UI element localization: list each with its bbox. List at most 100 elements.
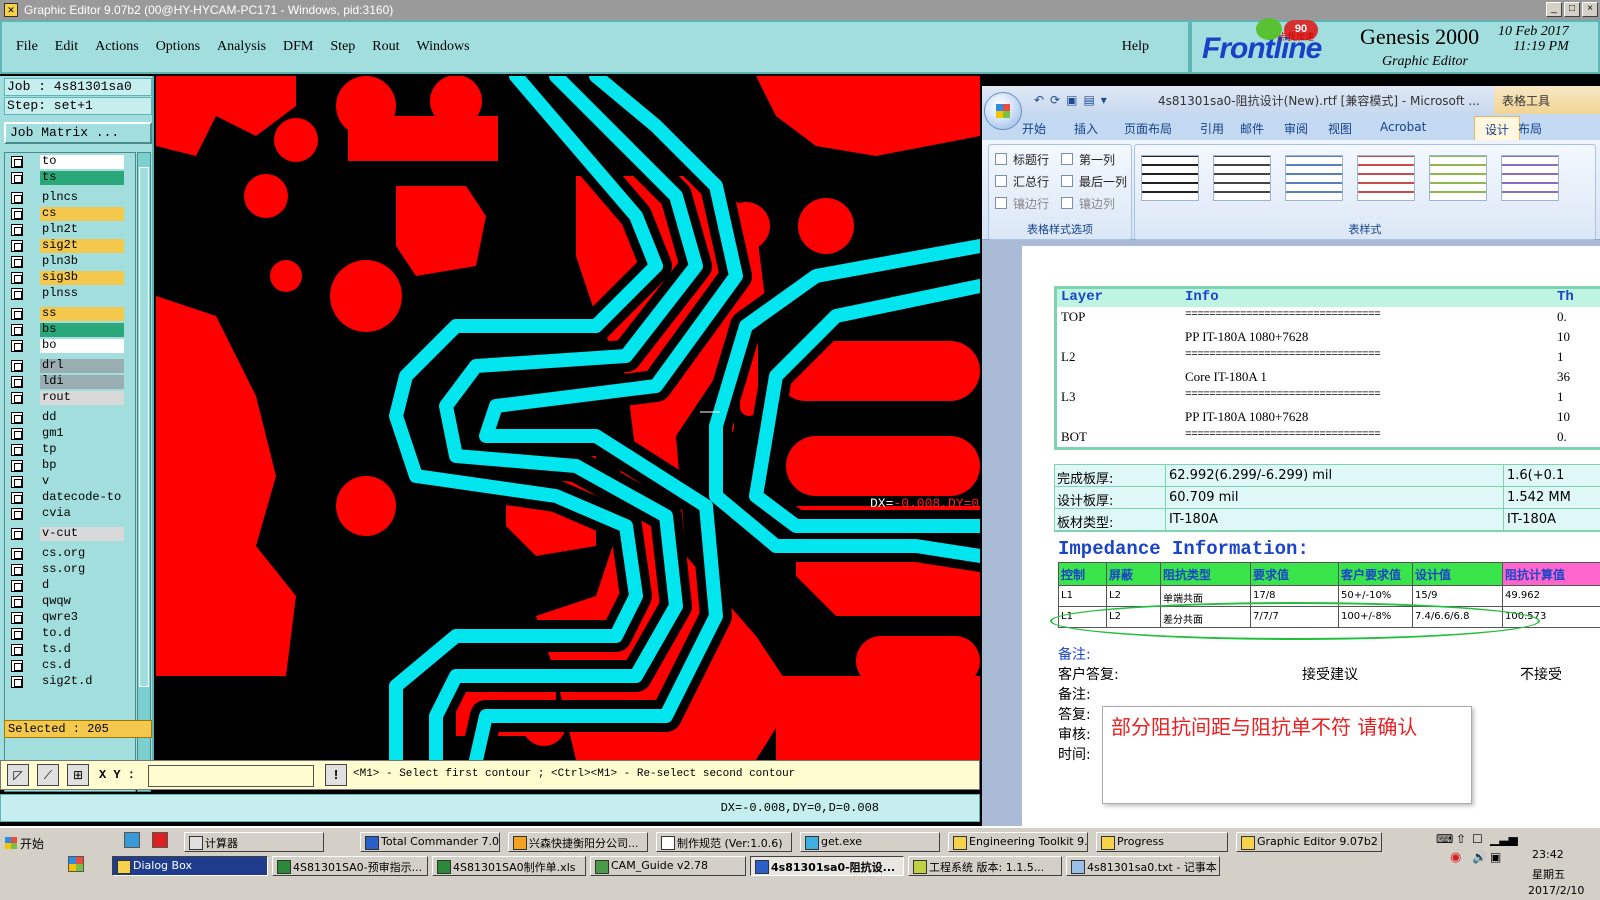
layer-row[interactable]: v <box>7 475 137 489</box>
layer-row[interactable]: sig2t.d <box>7 675 137 689</box>
option-total-row[interactable]: 汇总行 <box>995 173 1049 190</box>
layer-name[interactable]: cs <box>40 207 124 221</box>
layer-row[interactable]: dd <box>7 411 137 425</box>
taskbar-button[interactable]: Dialog Box <box>112 856 268 876</box>
taskbar-button[interactable]: 工程系统 版本: 1.1.5... <box>908 856 1062 876</box>
layer-checkbox[interactable] <box>11 240 23 252</box>
ribbon-tab[interactable]: 布局 <box>1518 120 1542 137</box>
layer-checkbox[interactable] <box>11 580 23 592</box>
tray-chat-icon[interactable]: ☐ <box>1472 832 1483 846</box>
taskbar-button[interactable]: CAM_Guide v2.78 <box>590 856 746 876</box>
taskbar-button[interactable]: 制作规范 (Ver:1.0.6) <box>656 832 792 852</box>
table-style-swatch[interactable] <box>1285 155 1343 201</box>
ribbon-tab[interactable]: 视图 <box>1328 120 1352 137</box>
tray-arrow-icon[interactable]: ⇧ <box>1456 832 1466 846</box>
layer-row[interactable]: cs <box>7 207 137 221</box>
menu-step[interactable]: Step <box>330 39 355 55</box>
layer-row[interactable]: to.d <box>7 627 137 641</box>
ribbon-tab[interactable]: 页面布局 <box>1124 120 1172 137</box>
layer-checkbox[interactable] <box>11 428 23 440</box>
layer-name[interactable]: pln2t <box>40 223 124 237</box>
layer-checkbox[interactable] <box>11 288 23 300</box>
layer-name[interactable]: to.d <box>40 627 124 641</box>
layer-row[interactable]: sig3b <box>7 271 137 285</box>
layer-name[interactable]: cvia <box>40 507 124 521</box>
menu-options[interactable]: Options <box>156 39 200 55</box>
layer-name[interactable]: v-cut <box>40 527 124 541</box>
layer-checkbox[interactable] <box>11 360 23 372</box>
layer-row[interactable]: tp <box>7 443 137 457</box>
layer-row[interactable]: v-cut <box>7 527 137 541</box>
tray-signal-icon[interactable]: ▁▃▅ <box>1490 832 1518 846</box>
measure-tool-icon[interactable]: ⟋ <box>37 764 59 786</box>
menu-analysis[interactable]: Analysis <box>217 39 266 55</box>
option-banded-columns[interactable]: 镶边列 <box>1061 195 1115 212</box>
layer-name[interactable]: bs <box>40 323 124 337</box>
layer-checkbox[interactable] <box>11 628 23 640</box>
start-button[interactable]: 开始 <box>2 832 60 854</box>
menu-windows[interactable]: Windows <box>417 39 470 55</box>
layer-row[interactable]: gm1 <box>7 427 137 441</box>
menu-dfm[interactable]: DFM <box>283 39 313 55</box>
layer-checkbox[interactable] <box>11 256 23 268</box>
ribbon-tab[interactable]: 审阅 <box>1284 120 1308 137</box>
layer-name[interactable]: ss.org <box>40 563 124 577</box>
layer-row[interactable]: to <box>7 155 137 169</box>
table-style-swatch[interactable] <box>1357 155 1415 201</box>
taskbar-button[interactable]: 兴森快捷衡阳分公司... <box>508 832 648 852</box>
layer-row[interactable]: drl <box>7 359 137 373</box>
layer-name[interactable]: sig3b <box>40 271 124 285</box>
option-header-row[interactable]: 标题行 <box>995 151 1049 168</box>
graphic-canvas[interactable]: DX=-0.008,DY=0,D=0.008 <box>156 76 980 760</box>
quicklaunch-acrobat-icon[interactable] <box>152 832 168 848</box>
layer-row[interactable]: ldi <box>7 375 137 389</box>
layer-row[interactable]: qwre3 <box>7 611 137 625</box>
layer-name[interactable]: ts <box>40 171 124 185</box>
layer-checkbox[interactable] <box>11 528 23 540</box>
layer-name[interactable]: bo <box>40 339 124 353</box>
layer-row[interactable]: cs.d <box>7 659 137 673</box>
job-matrix-button[interactable]: Job Matrix ... <box>4 122 152 144</box>
layer-row[interactable]: cs.org <box>7 547 137 561</box>
taskbar-button[interactable]: Graphic Editor 9.07b2 ... <box>1236 832 1382 852</box>
layer-name[interactable]: v <box>40 475 124 489</box>
option-last-column[interactable]: 最后一列 <box>1061 173 1127 190</box>
taskbar-button[interactable]: 4s81301sa0-阻抗设... <box>750 856 904 876</box>
layer-checkbox[interactable] <box>11 444 23 456</box>
layer-row[interactable]: ss <box>7 307 137 321</box>
ribbon-tab[interactable]: 设计 <box>1474 116 1521 140</box>
layer-row[interactable]: plncs <box>7 191 137 205</box>
layer-name[interactable]: pln3b <box>40 255 124 269</box>
layer-name[interactable]: sig2t <box>40 239 124 253</box>
layer-name[interactable]: dd <box>40 411 124 425</box>
layer-checkbox[interactable] <box>11 172 23 184</box>
layer-name[interactable]: plnss <box>40 287 124 301</box>
layer-row[interactable]: ss.org <box>7 563 137 577</box>
taskbar-button[interactable]: 4s81301sa0.txt - 记事本 <box>1066 856 1220 876</box>
layer-name[interactable]: ss <box>40 307 124 321</box>
layer-name[interactable]: cs.d <box>40 659 124 673</box>
taskbar-button[interactable]: 4S81301SA0制作单.xls <box>432 856 586 876</box>
quicklaunch-windows-icon[interactable] <box>68 856 84 872</box>
layer-name[interactable]: sig2t.d <box>40 675 124 689</box>
menu-actions[interactable]: Actions <box>95 39 139 55</box>
taskbar-button[interactable]: 计算器 <box>184 832 324 852</box>
layer-checkbox[interactable] <box>11 548 23 560</box>
tray-keyboard-icon[interactable]: ⌨ <box>1436 832 1453 846</box>
layer-row[interactable]: qwqw <box>7 595 137 609</box>
taskbar-button[interactable]: Progress <box>1096 832 1228 852</box>
layer-row[interactable]: pln2t <box>7 223 137 237</box>
layer-checkbox[interactable] <box>11 392 23 404</box>
tray-volume-icon[interactable]: 🔊 <box>1472 850 1487 864</box>
quicklaunch-desktop-icon[interactable] <box>124 832 140 848</box>
layer-name[interactable]: datecode-to <box>40 491 124 505</box>
layer-row[interactable]: datecode-to <box>7 491 137 505</box>
layer-checkbox[interactable] <box>11 612 23 624</box>
layer-name[interactable]: d <box>40 579 124 593</box>
layer-name[interactable]: bp <box>40 459 124 473</box>
zoom-tool-icon[interactable]: ◸ <box>7 764 29 786</box>
layer-row[interactable]: d <box>7 579 137 593</box>
layer-name[interactable]: gm1 <box>40 427 124 441</box>
ribbon-tab[interactable]: Acrobat <box>1380 120 1426 134</box>
layer-checkbox[interactable] <box>11 224 23 236</box>
